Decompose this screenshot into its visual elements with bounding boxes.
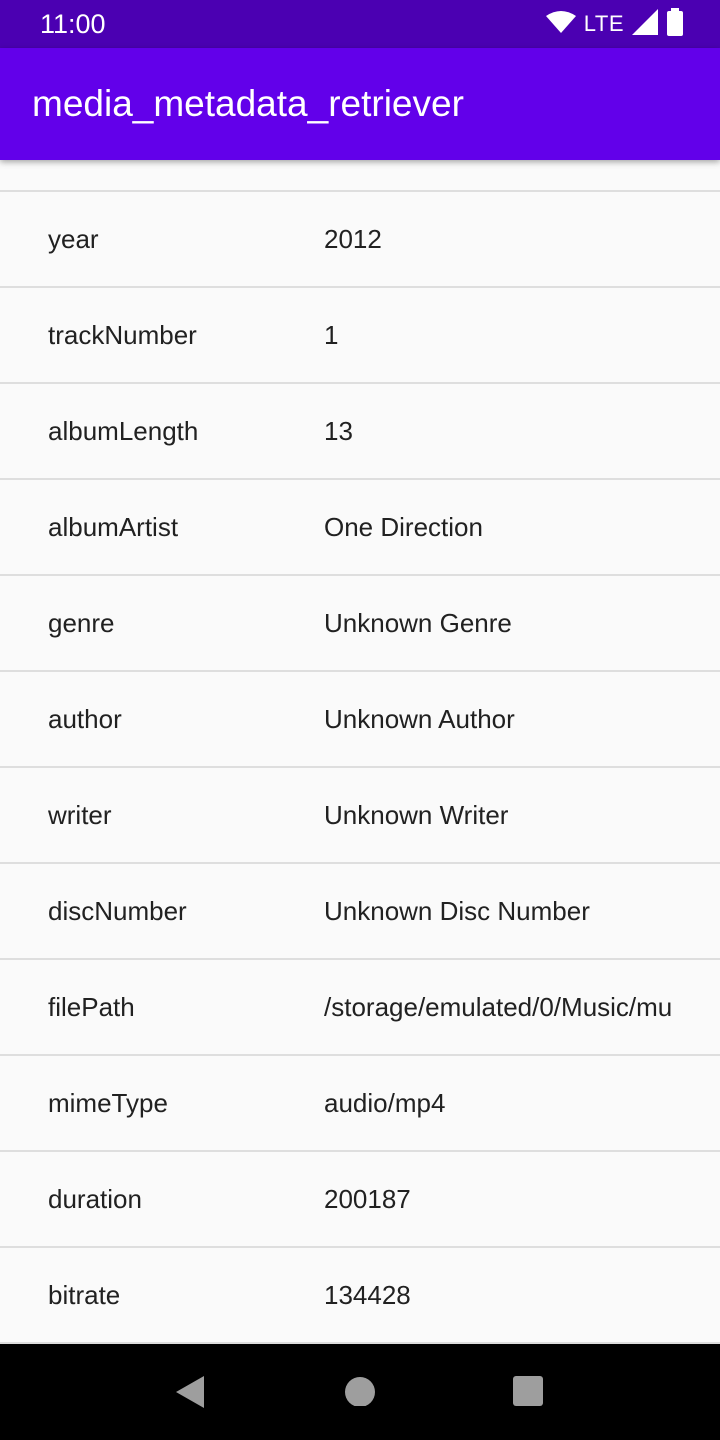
metadata-value: Unknown Writer (324, 800, 509, 830)
status-time: 11:00 (40, 9, 106, 39)
battery-icon (666, 7, 684, 41)
metadata-key: author (48, 704, 122, 734)
metadata-key: mimeType (48, 1088, 168, 1118)
metadata-value: Unknown Genre (324, 608, 512, 638)
metadata-key: writer (48, 800, 112, 830)
metadata-key: albumLength (48, 416, 199, 446)
app-title: media_metadata_retriever (32, 83, 464, 124)
wifi-icon (545, 10, 576, 39)
metadata-value: Unknown Disc Number (324, 896, 590, 926)
metadata-key: year (48, 224, 99, 254)
network-type-label: LTE (583, 11, 624, 36)
metadata-value: /storage/emulated/0/Music/mu (324, 992, 673, 1022)
metadata-row-duration: duration 200187 (0, 1152, 720, 1248)
metadata-row-file-path: filePath /storage/emulated/0/Music/mu (0, 960, 720, 1056)
metadata-row-author: author Unknown Author (0, 672, 720, 768)
metadata-value: 134428 (324, 1280, 411, 1310)
back-icon[interactable] (172, 1374, 208, 1415)
metadata-value: Unknown Author (324, 704, 515, 734)
metadata-row-album-artist: albumArtist One Direction (0, 480, 720, 576)
metadata-key: filePath (48, 992, 135, 1022)
metadata-row-disc-number: discNumber Unknown Disc Number (0, 864, 720, 960)
metadata-value: 13 (324, 416, 353, 446)
recents-icon[interactable] (512, 1374, 544, 1411)
metadata-key: albumArtist (48, 512, 179, 542)
metadata-row-bitrate: bitrate 134428 (0, 1248, 720, 1344)
metadata-value: 200187 (324, 1184, 411, 1214)
metadata-row-track-number: trackNumber 1 (0, 288, 720, 384)
metadata-value: One Direction (324, 512, 483, 542)
metadata-value: audio/mp4 (324, 1088, 446, 1118)
metadata-row-genre: genre Unknown Genre (0, 576, 720, 672)
cell-signal-icon (632, 8, 658, 40)
system-navigation-bar (0, 1344, 720, 1440)
metadata-row-mime-type: mimeType audio/mp4 (0, 1056, 720, 1152)
metadata-value: 2012 (324, 224, 382, 254)
metadata-row-year: year 2012 (0, 192, 720, 288)
status-bar: 11:00 LTE (0, 0, 720, 48)
metadata-value: 1 (324, 320, 339, 350)
status-icons: LTE (545, 7, 684, 41)
app-bar: media_metadata_retriever (0, 48, 720, 160)
metadata-key: bitrate (48, 1280, 121, 1310)
home-icon[interactable] (344, 1374, 376, 1411)
metadata-row-writer: writer Unknown Writer (0, 768, 720, 864)
metadata-key: duration (48, 1184, 142, 1214)
metadata-key: trackNumber (48, 320, 197, 350)
metadata-row-album-length: albumLength 13 (0, 384, 720, 480)
metadata-list[interactable]: year 2012 trackNumber 1 albumLength 13 a… (0, 160, 720, 1344)
metadata-key: genre (48, 608, 115, 638)
list-row-partial (0, 160, 720, 192)
metadata-key: discNumber (48, 896, 187, 926)
